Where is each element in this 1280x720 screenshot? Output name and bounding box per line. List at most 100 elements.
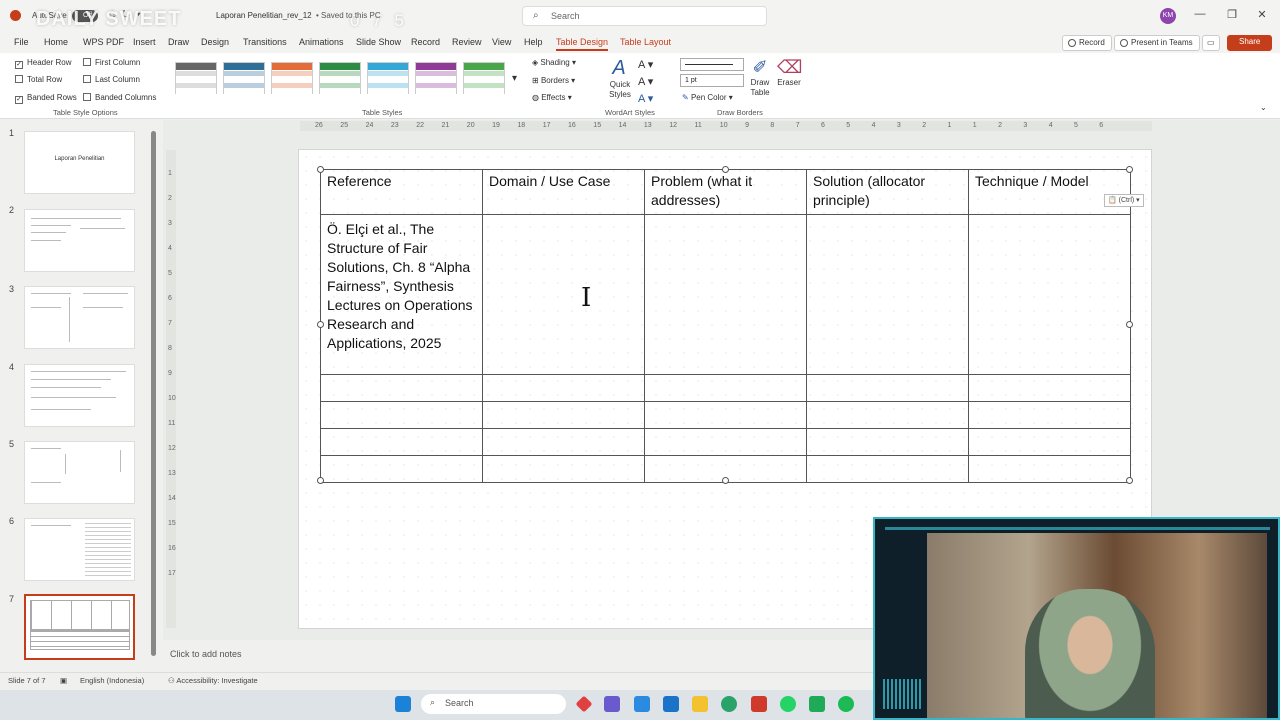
tab-file[interactable]: File: [14, 37, 29, 47]
table-cell[interactable]: [644, 374, 807, 402]
table-cell[interactable]: Ö. Elçi et al., The Structure of Fair So…: [320, 214, 483, 375]
spellcheck-icon[interactable]: ▣: [60, 676, 67, 685]
resize-handle-right[interactable]: [1126, 321, 1133, 328]
table-cell[interactable]: [320, 428, 483, 456]
table-cell[interactable]: [968, 455, 1131, 483]
tab-review[interactable]: Review: [452, 37, 482, 47]
table-cell[interactable]: [320, 455, 483, 483]
slide-thumbnail-7[interactable]: [24, 594, 135, 660]
spotify-icon[interactable]: [838, 696, 854, 712]
table-header-cell[interactable]: Domain / Use Case: [482, 169, 645, 215]
table-cell[interactable]: [806, 401, 969, 429]
tab-design[interactable]: Design: [201, 37, 229, 47]
notes-placeholder[interactable]: Click to add notes: [170, 649, 242, 659]
table-cell[interactable]: [968, 401, 1131, 429]
resize-handle-left[interactable]: [317, 321, 324, 328]
table-header-cell[interactable]: Problem (what it addresses): [644, 169, 807, 215]
resize-handle-top[interactable]: [722, 166, 729, 173]
borders-button[interactable]: ⊞ Borders ▾: [532, 76, 575, 85]
tab-slide-show[interactable]: Slide Show: [356, 37, 401, 47]
resize-handle-top-right[interactable]: [1126, 166, 1133, 173]
table-cell[interactable]: [806, 455, 969, 483]
text-effects-icon[interactable]: A ▾: [638, 92, 653, 105]
minimize-button[interactable]: —: [1193, 8, 1207, 20]
banded-columns-checkbox[interactable]: Banded Columns: [83, 93, 156, 102]
table-header-cell[interactable]: Solution (allocator principle): [806, 169, 969, 215]
table-style-swatch[interactable]: [223, 62, 265, 94]
table-cell[interactable]: [320, 374, 483, 402]
text-outline-icon[interactable]: A ▾: [638, 75, 653, 88]
resize-handle-bottom-left[interactable]: [317, 477, 324, 484]
table-cell[interactable]: [644, 214, 807, 375]
eraser-button[interactable]: ⌫ Eraser: [777, 57, 802, 87]
language-indicator[interactable]: English (Indonesia): [80, 676, 144, 685]
table-cell[interactable]: [320, 401, 483, 429]
tab-animations[interactable]: Animations: [299, 37, 344, 47]
slide-thumbnail-2[interactable]: [24, 209, 135, 272]
thumbnail-scrollbar[interactable]: [151, 131, 156, 656]
pen-style-select[interactable]: [680, 58, 744, 71]
slide-thumbnail-1[interactable]: Laporan Penelitian: [24, 131, 135, 194]
copilot-icon[interactable]: [604, 696, 620, 712]
slide-thumbnail-3[interactable]: [24, 286, 135, 349]
browser-icon[interactable]: [634, 696, 650, 712]
table-header-cell[interactable]: Reference: [320, 169, 483, 215]
wps-icon[interactable]: [751, 696, 767, 712]
taskbar-search[interactable]: ⌕ Search: [421, 694, 566, 714]
whatsapp-icon[interactable]: [780, 696, 796, 712]
table-cell[interactable]: [482, 428, 645, 456]
present-in-teams-button[interactable]: Present in Teams: [1114, 35, 1200, 51]
notes-pane[interactable]: [163, 640, 873, 670]
table-header-cell[interactable]: Technique / Model: [968, 169, 1131, 215]
resize-handle-bottom[interactable]: [722, 477, 729, 484]
shading-button[interactable]: ◈ Shading ▾: [532, 58, 576, 67]
table-cell[interactable]: [806, 214, 969, 375]
paste-options-button[interactable]: 📋 (Ctrl) ▾: [1104, 194, 1144, 207]
table-cell[interactable]: [806, 428, 969, 456]
total-row-checkbox[interactable]: Total Row: [15, 75, 62, 84]
draw-table-button[interactable]: ✐ Draw Table: [748, 57, 772, 98]
close-button[interactable]: ✕: [1255, 8, 1269, 21]
table-cell[interactable]: [482, 401, 645, 429]
research-table[interactable]: Reference Domain / Use Case Problem (wha…: [320, 169, 1131, 483]
tab-insert[interactable]: Insert: [133, 37, 156, 47]
tab-wps-pdf[interactable]: WPS PDF: [83, 37, 124, 47]
edge-icon[interactable]: [721, 696, 737, 712]
store-icon[interactable]: [663, 696, 679, 712]
table-cell[interactable]: [968, 374, 1131, 402]
table-cell[interactable]: [482, 374, 645, 402]
last-column-checkbox[interactable]: Last Column: [83, 75, 140, 84]
table-cell[interactable]: [482, 455, 645, 483]
table-style-swatch[interactable]: [415, 62, 457, 94]
tab-view[interactable]: View: [492, 37, 511, 47]
table-style-swatch[interactable]: [319, 62, 361, 94]
tab-home[interactable]: Home: [44, 37, 68, 47]
quick-styles-button[interactable]: A Quick Styles: [606, 57, 632, 100]
file-explorer-icon[interactable]: [692, 696, 708, 712]
tab-help[interactable]: Help: [524, 37, 543, 47]
share-button[interactable]: Share: [1227, 35, 1272, 51]
resize-handle-top-left[interactable]: [317, 166, 324, 173]
tab-transitions[interactable]: Transitions: [243, 37, 287, 47]
comments-button[interactable]: ▭: [1202, 35, 1220, 51]
table-cell[interactable]: [482, 214, 645, 375]
tab-record[interactable]: Record: [411, 37, 440, 47]
header-row-checkbox[interactable]: ✓ Header Row: [15, 58, 71, 69]
table-style-swatch[interactable]: [367, 62, 409, 94]
text-fill-icon[interactable]: A ▾: [638, 58, 653, 71]
record-button[interactable]: Record: [1062, 35, 1112, 51]
avatar[interactable]: KM: [1160, 8, 1176, 24]
tab-draw[interactable]: Draw: [168, 37, 189, 47]
search-input[interactable]: ⌕ Search: [522, 6, 767, 26]
pen-weight-select[interactable]: 1 pt: [680, 74, 744, 87]
restore-button[interactable]: ❐: [1225, 8, 1239, 21]
accessibility-status[interactable]: ⚇ Accessibility: Investigate: [168, 676, 258, 685]
app-icon[interactable]: [809, 696, 825, 712]
table-cell[interactable]: [644, 401, 807, 429]
resize-handle-bottom-right[interactable]: [1126, 477, 1133, 484]
gallery-more-icon[interactable]: ▾: [512, 73, 517, 84]
table-cell[interactable]: [806, 374, 969, 402]
table-style-swatch[interactable]: [271, 62, 313, 94]
table-cell[interactable]: [968, 428, 1131, 456]
table-style-swatch[interactable]: [175, 62, 217, 94]
